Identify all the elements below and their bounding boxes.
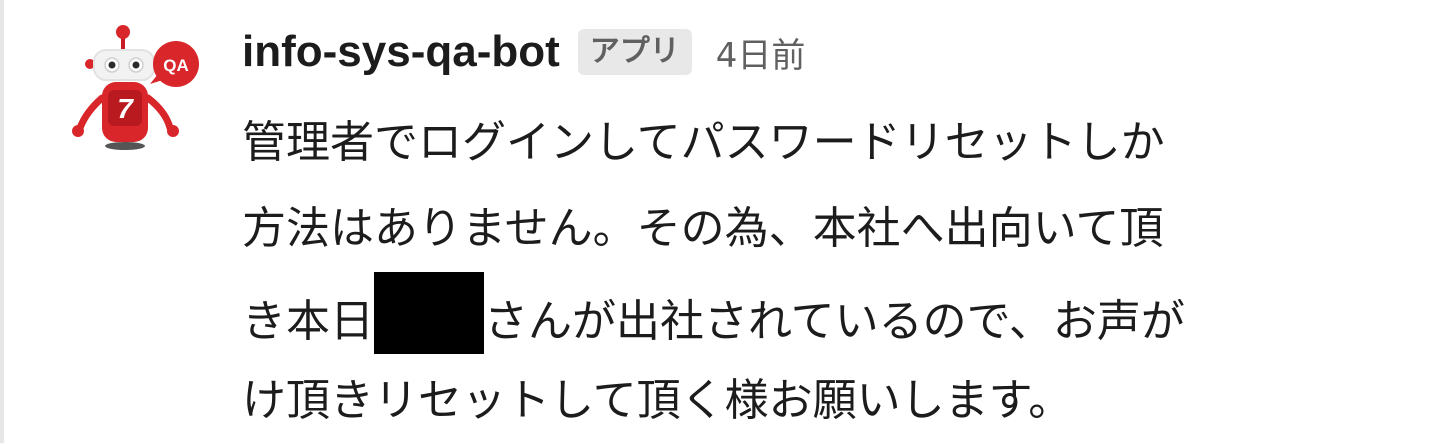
qa-bubble-text: QA	[163, 56, 189, 75]
robot-icon: QA 7	[72, 25, 199, 150]
message-line-3: き本日 さんが出社されているので、お声が	[242, 272, 1422, 358]
message-line-4: け頂きリセットして頂く様お願いします。	[242, 375, 1073, 426]
message-body: 管理者でログインしてパスワードリセットしか 方法はありません。その為、本社へ出向…	[242, 100, 1422, 444]
bot-avatar[interactable]: QA 7	[66, 22, 216, 152]
message-line-3-before: き本日	[242, 296, 374, 347]
sender-name[interactable]: info-sys-qa-bot	[242, 27, 560, 77]
message-line-1: 管理者でログインしてパスワードリセットしか	[242, 117, 1165, 168]
message-content: info-sys-qa-bot アプリ 4日前 管理者でログインしてパスワードリ…	[242, 22, 1422, 444]
message-line-3-after: さんが出社されているので、お声が	[484, 296, 1185, 347]
message-header: info-sys-qa-bot アプリ 4日前	[242, 22, 1422, 82]
chest-logo-text: 7	[117, 93, 134, 124]
message-line-2: 方法はありません。その為、本社へ出向いて頂	[242, 203, 1164, 254]
redacted-name-block	[374, 272, 484, 354]
app-badge: アプリ	[577, 29, 692, 75]
message-item[interactable]: QA 7 info-sys-qa-bot アプリ 4日前 管理者でログインしてパ…	[0, 0, 1440, 443]
message-timestamp[interactable]: 4日前	[716, 28, 806, 77]
